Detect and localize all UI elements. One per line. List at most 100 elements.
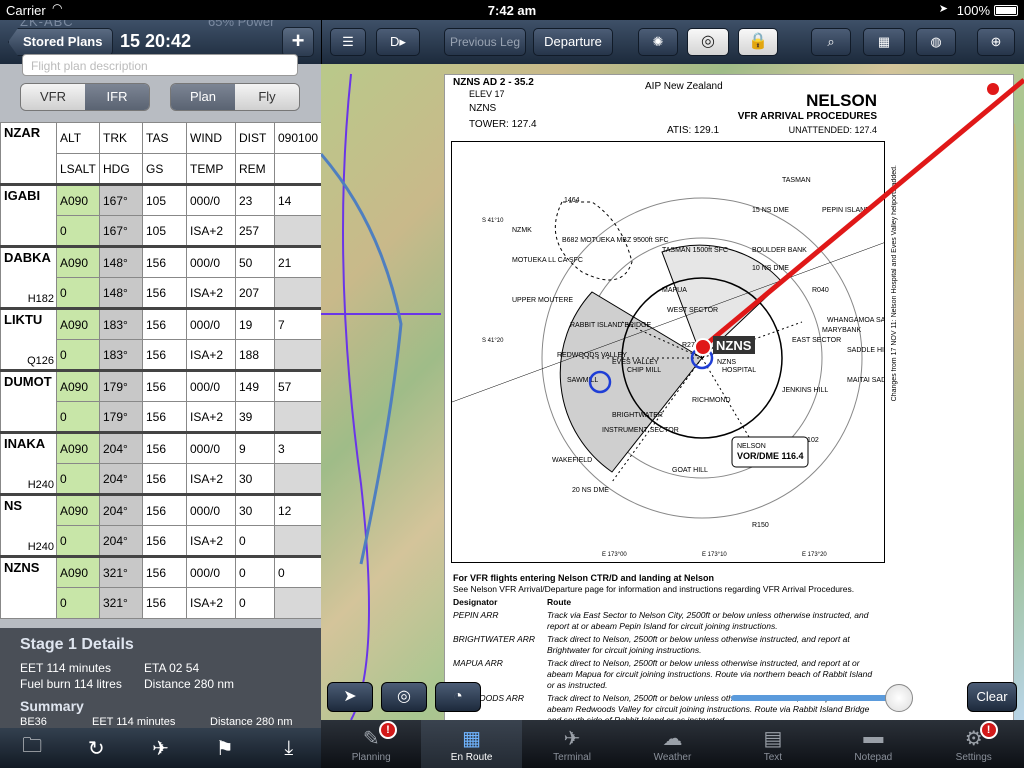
gauge-icon[interactable]: ◔: [435, 682, 481, 712]
airplane-icon[interactable]: ✈: [140, 736, 180, 761]
waypoint-cell[interactable]: INAKA H240: [0, 431, 57, 495]
folder-icon[interactable]: 🗀: [12, 731, 52, 765]
waypoint-cell[interactable]: IGABI: [0, 183, 57, 247]
waypoint-cell[interactable]: NS H240: [0, 493, 57, 557]
stored-plans-button[interactable]: Stored Plans: [8, 28, 114, 56]
blank-cell: [274, 525, 321, 557]
temp-cell[interactable]: ISA+2: [186, 277, 236, 309]
altitude-cell[interactable]: A090: [56, 245, 100, 278]
blank-cell: [274, 339, 321, 371]
lsalt-cell[interactable]: 0: [56, 525, 100, 557]
temp-cell[interactable]: ISA+2: [186, 215, 236, 247]
waypoint-cell[interactable]: LIKTU Q126: [0, 307, 57, 371]
ete-cell: 21: [274, 245, 321, 278]
brightness-icon[interactable]: ✺: [638, 28, 678, 56]
departure-waypoint[interactable]: NZAR: [0, 122, 57, 185]
tas-cell[interactable]: 105: [142, 183, 187, 216]
lifebuoy-icon[interactable]: ◎: [687, 28, 729, 56]
lock-icon[interactable]: 🔒: [738, 28, 778, 56]
map-layers-icon[interactable]: ▦: [863, 28, 905, 56]
tas-cell[interactable]: 156: [142, 493, 187, 526]
direct-to-icon[interactable]: D▸: [376, 28, 420, 56]
lsalt-cell[interactable]: 0: [56, 215, 100, 247]
wind-cell[interactable]: 000/0: [186, 493, 236, 526]
tab-label: Notepad: [854, 752, 893, 763]
inbox-download-icon[interactable]: ⤓: [269, 737, 309, 760]
approach-chart-plate[interactable]: NZNS AD 2 - 35.2 AIP New Zealand ELEV 17…: [444, 74, 1014, 738]
route-text: Track direct to Nelson, 2500ft or below …: [547, 658, 873, 690]
temp-cell[interactable]: ISA+2: [186, 525, 236, 557]
tab-terminal[interactable]: ✈ Terminal: [522, 720, 622, 768]
remaining-cell: 0: [235, 525, 275, 557]
clear-button[interactable]: Clear: [967, 682, 1017, 712]
tas-cell[interactable]: 156: [142, 555, 187, 588]
target-icon[interactable]: ⊕: [977, 28, 1015, 56]
tas-cell[interactable]: 156: [142, 369, 187, 402]
heading-cell: 167°: [99, 215, 143, 247]
wind-cell[interactable]: 000/0: [186, 307, 236, 340]
temp-cell[interactable]: ISA+2: [186, 463, 236, 495]
previous-leg-button[interactable]: Previous Leg: [444, 28, 526, 56]
airspace-boundary-line: [342, 73, 370, 720]
flag-icon[interactable]: ⚑: [205, 736, 245, 761]
opacity-slider[interactable]: [731, 695, 901, 701]
lsalt-cell[interactable]: 0: [56, 587, 100, 619]
wind-cell[interactable]: 000/0: [186, 555, 236, 588]
heading-cell: 204°: [99, 525, 143, 557]
waypoint-cell[interactable]: DABKA H182: [0, 245, 57, 309]
lsalt-cell[interactable]: 0: [56, 401, 100, 433]
ifr-segment-button[interactable]: IFR: [85, 84, 149, 110]
globe-icon[interactable]: ◍: [916, 28, 956, 56]
opacity-slider-knob[interactable]: [885, 684, 913, 712]
tab-planning[interactable]: ✎ Planning!: [321, 720, 421, 768]
chart-label: TASMAN 1500ft SFC: [662, 247, 728, 254]
compass-icon[interactable]: ◎: [381, 682, 427, 712]
tab-settings[interactable]: ⚙ Settings!: [924, 720, 1024, 768]
fly-segment-button[interactable]: Fly: [235, 84, 299, 110]
stage-eta: ETA 02 54: [144, 661, 200, 675]
flight-plan-title: 15 20:42: [120, 31, 192, 51]
temp-cell[interactable]: ISA+2: [186, 401, 236, 433]
plan-segment-button[interactable]: Plan: [171, 84, 235, 110]
tas-cell[interactable]: 156: [142, 245, 187, 278]
altitude-cell[interactable]: A090: [56, 307, 100, 340]
altitude-cell[interactable]: A090: [56, 555, 100, 588]
waypoint-cell[interactable]: NZNS: [0, 555, 57, 619]
tab-text[interactable]: ▤ Text: [723, 720, 823, 768]
chart-procedure-notes: For VFR flights entering Nelson CTR/D an…: [453, 573, 873, 726]
temp-cell[interactable]: ISA+2: [186, 339, 236, 371]
altitude-cell[interactable]: A090: [56, 369, 100, 402]
wind-cell[interactable]: 000/0: [186, 431, 236, 464]
col-header: DIST: [235, 122, 275, 154]
altitude-cell[interactable]: A090: [56, 431, 100, 464]
lsalt-cell[interactable]: 0: [56, 339, 100, 371]
wind-cell[interactable]: 000/0: [186, 183, 236, 216]
tab-en-route[interactable]: ▦ En Route: [421, 720, 522, 768]
add-plan-button[interactable]: +: [282, 27, 314, 57]
lsalt-cell[interactable]: 0: [56, 277, 100, 309]
waypoint-cell[interactable]: DUMOT: [0, 369, 57, 433]
col-header: REM: [235, 153, 275, 185]
vfr-segment-button[interactable]: VFR: [21, 84, 85, 110]
list-menu-button[interactable]: ☰: [330, 28, 366, 56]
departure-button[interactable]: Departure: [533, 28, 613, 56]
search-icon[interactable]: ⌕: [811, 28, 851, 56]
track-up-icon[interactable]: ➤: [327, 682, 373, 712]
waypoint-name: DABKA: [4, 250, 51, 265]
lsalt-cell[interactable]: 0: [56, 463, 100, 495]
tab-weather[interactable]: ☁ Weather: [622, 720, 722, 768]
refresh-icon[interactable]: ↻: [76, 736, 116, 761]
wind-cell[interactable]: 000/0: [186, 369, 236, 402]
tas-cell[interactable]: 156: [142, 307, 187, 340]
departure-time-cell[interactable]: 090100: [274, 122, 321, 154]
temp-cell[interactable]: ISA+2: [186, 587, 236, 619]
tab-notepad[interactable]: ▬ Notepad: [823, 720, 923, 768]
route-row: BRIGHTWATER ARR Track direct to Nelson, 2…: [453, 634, 873, 656]
plan-description-field[interactable]: Flight plan description: [22, 54, 298, 76]
wind-cell[interactable]: 000/0: [186, 245, 236, 278]
tab-label: Planning: [351, 752, 391, 763]
vor-freq: VOR/DME 116.4: [737, 451, 804, 461]
altitude-cell[interactable]: A090: [56, 183, 100, 216]
tas-cell[interactable]: 156: [142, 431, 187, 464]
altitude-cell[interactable]: A090: [56, 493, 100, 526]
